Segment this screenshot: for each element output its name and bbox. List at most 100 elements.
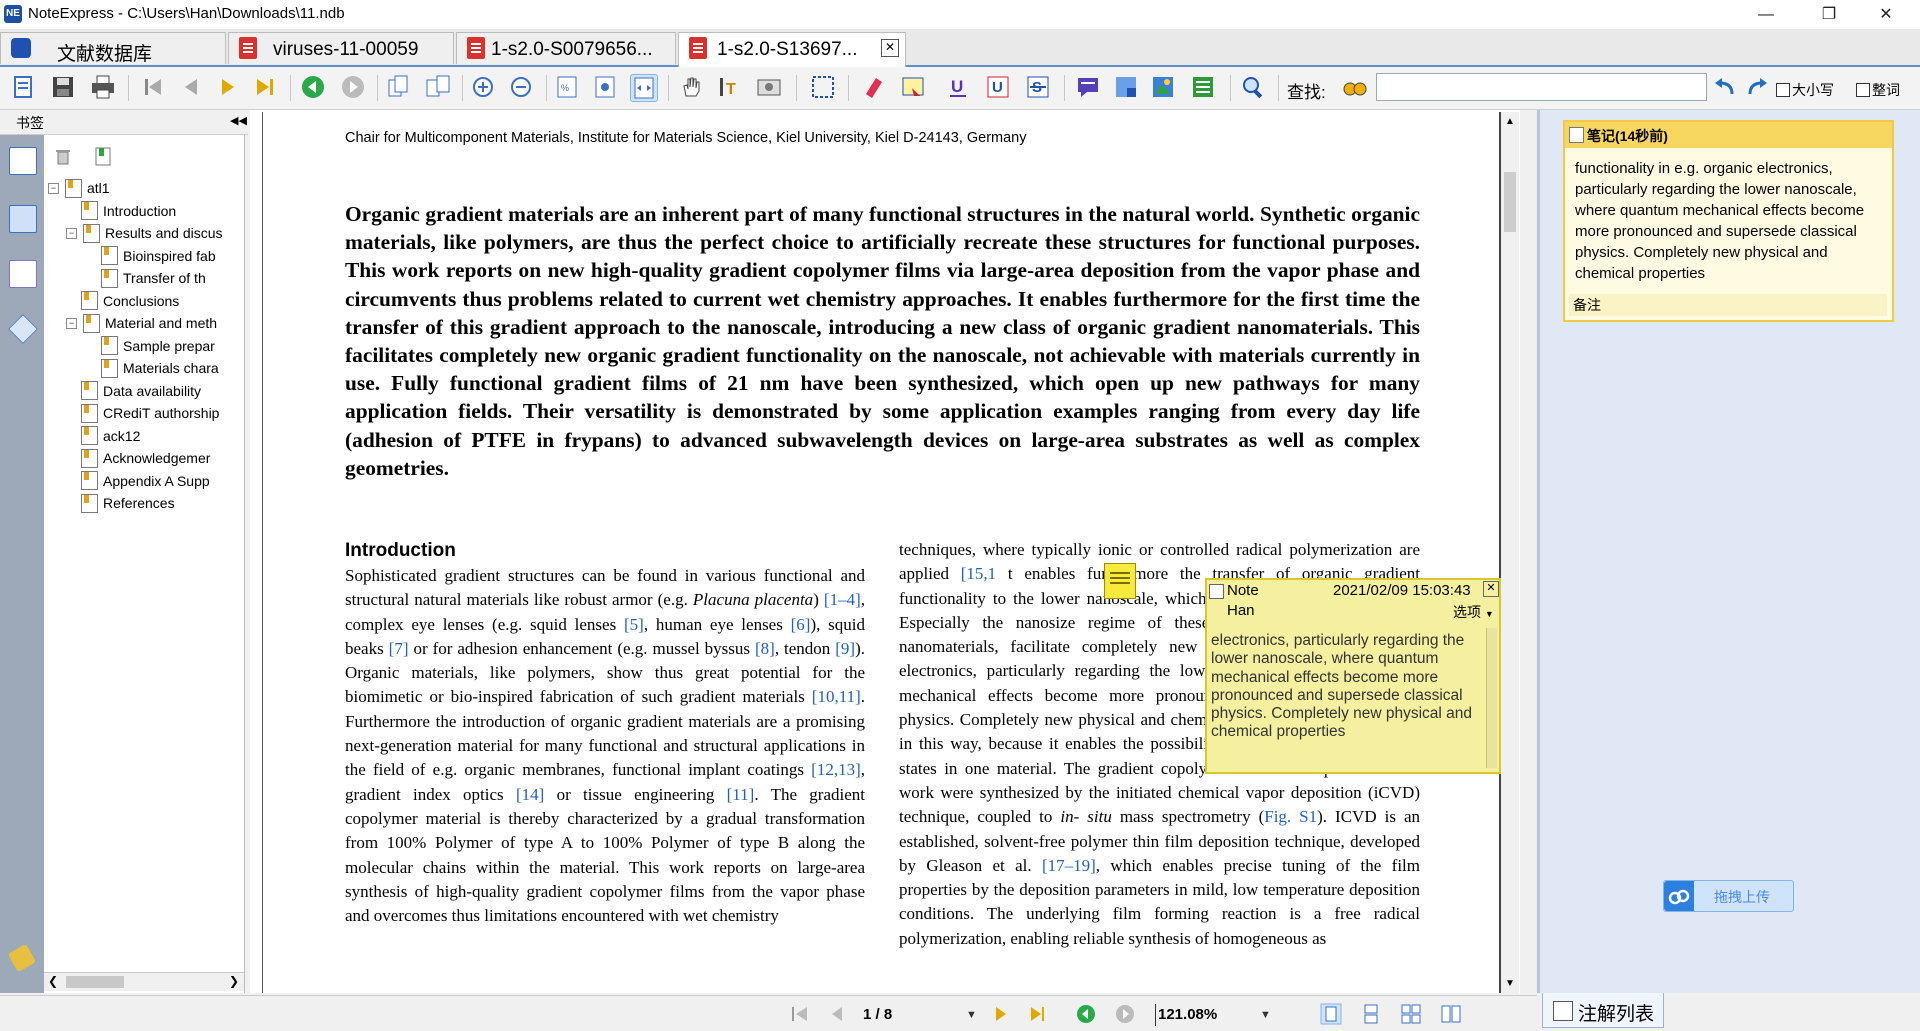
tab-viruses[interactable]: viruses-11-00059 [228,32,454,64]
scroll-thumb[interactable] [1504,172,1516,232]
next-page-icon[interactable] [990,1003,1012,1025]
attachments-icon[interactable] [7,943,37,973]
snapshot-icon[interactable] [756,74,782,100]
search-input[interactable] [1376,73,1707,101]
go-back-icon[interactable] [1075,1003,1097,1025]
scroll-thumb[interactable] [66,976,124,988]
notes-list-icon[interactable] [1190,74,1216,100]
note-popup-header[interactable]: Note 2021/02/09 15:03:43 ✕ Han 选项 ▼ [1207,580,1499,624]
bookmarks-view-icon[interactable] [9,147,37,175]
continuous-layout-icon[interactable] [1360,1003,1382,1025]
save-icon[interactable] [50,74,76,100]
scroll-left-icon[interactable]: ❮ [48,974,58,988]
delete-bookmark-icon[interactable] [54,147,72,165]
text-select-icon[interactable]: T [718,74,744,100]
fit-width-icon[interactable] [630,74,658,102]
thumbnails-view-icon[interactable] [9,205,37,233]
fit-page-icon[interactable] [592,74,618,100]
citation-link[interactable]: Fig. S1 [1264,807,1317,826]
drag-upload-button[interactable]: 拖拽上传 [1663,880,1794,912]
note-card-text[interactable]: functionality in e.g. organic electronic… [1575,158,1885,284]
zoom-dropdown-icon[interactable]: ▼ [1260,1009,1271,1021]
restore-icon[interactable]: ❐ [1801,0,1857,29]
sticky-note-icon[interactable] [1104,563,1136,599]
tree-horizontal-scrollbar[interactable]: ❮ ❯ [44,972,244,991]
tree-expander-icon[interactable]: − [48,182,59,194]
citation-link[interactable]: [15,1 [961,564,996,583]
citation-link[interactable]: [5] [624,615,644,634]
note-popup[interactable]: Note 2021/02/09 15:03:43 ✕ Han 选项 ▼ elec… [1205,578,1501,774]
go-forward-icon[interactable] [1114,1003,1136,1025]
go-back-icon[interactable] [300,74,326,100]
previous-page-icon[interactable] [826,1003,848,1025]
bookmark-item[interactable]: CRediT authorship [66,403,242,423]
first-page-icon[interactable] [789,1003,811,1025]
close-tab-icon[interactable]: ✕ [881,39,899,57]
highlighter-icon[interactable] [860,74,886,100]
tab-s13697-active[interactable]: 1-s2.0-S13697... ✕ [678,32,906,67]
citation-link[interactable]: [17–19] [1042,856,1096,875]
two-page-view-icon[interactable] [425,74,451,100]
magnifier-icon[interactable] [1240,74,1266,100]
zoom-out-icon[interactable] [508,74,534,100]
area-select-icon[interactable] [810,74,836,100]
go-forward-icon[interactable] [340,74,366,100]
whole-word-checkbox[interactable]: 整词 [1856,80,1900,100]
single-page-layout-icon[interactable] [1320,1003,1342,1025]
citation-link[interactable]: [11] [727,785,755,804]
next-page-icon[interactable] [215,74,241,100]
note-card-remark[interactable]: 备注 [1569,294,1887,316]
facing-layout-icon[interactable] [1400,1003,1422,1025]
search-previous-icon[interactable] [1712,74,1738,100]
last-page-icon[interactable] [252,74,278,100]
collapse-panel-icon[interactable]: ◀◀ [230,114,247,127]
zoom-in-icon[interactable] [470,74,496,100]
citation-link[interactable]: [12,13] [811,760,861,779]
close-note-icon[interactable]: ✕ [1483,581,1499,597]
bookmark-item[interactable]: − atl1 [48,178,242,198]
page-number-combo[interactable]: 1 / 8 [863,1006,892,1023]
bookmark-item[interactable]: Introduction [66,201,242,221]
bookmark-item[interactable]: − Results and discus [66,223,242,243]
layers-view-icon[interactable] [8,314,38,344]
match-case-checkbox[interactable]: 大小写 [1776,80,1834,100]
print-icon[interactable] [90,74,116,100]
bookmark-item[interactable]: Data availability [66,381,242,401]
close-window-icon[interactable]: ✕ [1858,0,1914,29]
minimize-icon[interactable]: — [1738,0,1794,29]
bookmark-item[interactable]: Bioinspired fab [86,246,242,266]
actual-size-icon[interactable]: % [554,74,580,100]
tree-expander-icon[interactable]: − [66,227,77,239]
search-binoculars-icon[interactable] [1342,74,1368,100]
image-annotation-icon[interactable] [1150,74,1176,100]
previous-page-icon[interactable] [178,74,204,100]
scroll-down-icon[interactable]: ▼ [1505,978,1515,989]
document-list-icon[interactable] [10,74,36,100]
search-next-icon[interactable] [1744,74,1770,100]
single-page-view-icon[interactable] [385,74,411,100]
citation-link[interactable]: [8] [755,639,775,658]
tab-s0079656[interactable]: 1-s2.0-S0079656... [456,32,676,64]
zoom-combo[interactable]: 121.08% [1158,1006,1217,1023]
bookmark-item[interactable]: Transfer of th [86,268,242,288]
bookmark-item[interactable]: References [66,493,242,513]
highlight-area-icon[interactable] [900,74,926,100]
citation-link[interactable]: [7] [389,639,409,658]
bookmark-item[interactable]: Conclusions [66,291,242,311]
citation-link[interactable]: [10,11] [812,687,861,706]
last-page-icon[interactable] [1027,1003,1049,1025]
note-card[interactable]: 笔记(14秒前) functionality in e.g. organic e… [1563,120,1894,322]
citation-link[interactable]: [9] [835,639,855,658]
annotations-view-icon[interactable] [9,260,37,288]
bookmark-item[interactable]: Acknowledgemer [66,448,242,468]
document-vertical-scrollbar[interactable]: ▲ ▼ [1501,112,1519,993]
underline-icon[interactable]: U [945,74,971,100]
comment-icon[interactable] [1075,74,1101,100]
squiggly-underline-icon[interactable]: U [985,74,1011,100]
bookmark-item[interactable]: Materials chara [86,358,242,378]
two-page-layout-icon[interactable] [1440,1003,1462,1025]
bookmark-item[interactable]: − Material and meth [66,313,242,333]
strikeout-icon[interactable]: S [1025,74,1051,100]
bookmark-item[interactable]: Sample prepar [86,336,242,356]
tab-annotation-list[interactable]: 注解列表 [1542,993,1664,1028]
